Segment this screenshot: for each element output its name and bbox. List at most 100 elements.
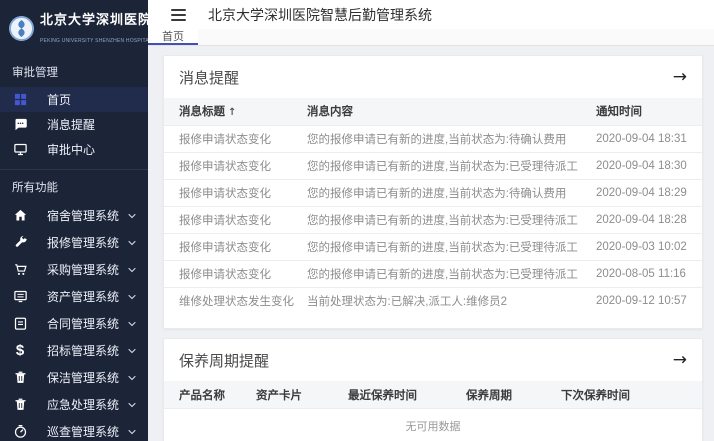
cart-icon: [12, 262, 28, 278]
sidebar-item-label: 合同管理系统: [47, 315, 126, 332]
maintenance-card-header: 保养周期提醒 →: [164, 339, 702, 381]
sidebar-item-label: 资产管理系统: [47, 288, 126, 305]
tab-bar: 首页: [148, 29, 714, 46]
sidebar-item-label: 招标管理系统: [47, 342, 126, 359]
sidebar-item-label: 首页: [47, 91, 138, 108]
sidebar-item-approval-center[interactable]: 审批中心: [0, 137, 148, 162]
messages-table-header-row: 消息标题↑ 消息内容 通知时间: [164, 98, 702, 125]
table-row[interactable]: 维修处理状态发生变化 当前处理状态为:已解决,派工人:维修员2 2020-09-…: [164, 287, 702, 314]
arrow-right-icon[interactable]: →: [673, 352, 687, 369]
message-content-cell: 您的报修申请已有新的进度,当前状态为:待确认费用: [307, 179, 596, 206]
message-content-cell: 您的报修申请已有新的进度,当前状态为:已受理待派工: [307, 233, 596, 260]
sidebar-item-label: 宿舍管理系统: [47, 207, 126, 224]
table-row[interactable]: 报修申请状态变化 您的报修申请已有新的进度,当前状态为:待确认费用 2020-0…: [164, 125, 702, 152]
message-time-cell: 2020-09-04 18:28: [596, 206, 702, 233]
message-title-cell: 报修申请状态变化: [164, 152, 307, 179]
column-header-asset-card[interactable]: 资产卡片: [256, 381, 348, 408]
maintenance-card: 保养周期提醒 → 产品名称 资产卡片 最近保养时间 保养周期 下次保养时间: [163, 338, 703, 441]
column-header-product-name[interactable]: 产品名称: [164, 381, 256, 408]
main-area: 北京大学深圳医院智慧后勤管理系统 首页 消息提醒 → 消息标题↑ 消息内容: [148, 0, 714, 441]
empty-data-message: 无可用数据: [164, 408, 702, 441]
trash-icon: [12, 370, 28, 386]
tab-home[interactable]: 首页: [148, 29, 198, 45]
sidebar-item-label: 审批中心: [47, 141, 138, 158]
message-content-cell: 您的报修申请已有新的进度,当前状态为:已受理待派工: [307, 206, 596, 233]
message-title-cell: 报修申请状态变化: [164, 233, 307, 260]
message-time-cell: 2020-09-04 18:31: [596, 125, 702, 152]
message-time-cell: 2020-09-12 10:57: [596, 287, 702, 314]
dashboard-icon: [12, 92, 28, 108]
messages-card: 消息提醒 → 消息标题↑ 消息内容 通知时间 报修申请状态变化: [163, 55, 703, 329]
hospital-name: 北京大学深圳医院: [40, 12, 148, 27]
message-title-cell: 维修处理状态发生变化: [164, 287, 307, 314]
sidebar-item-bidding-system[interactable]: $ 招标管理系统: [0, 337, 148, 364]
sidebar-item-inspection-system[interactable]: 巡查管理系统: [0, 418, 148, 441]
hospital-logo: 北京大学深圳医院 PEKING UNIVERSITY SHENZHEN HOSP…: [0, 0, 148, 55]
message-content-cell: 您的报修申请已有新的进度,当前状态为:已受理待派工: [307, 152, 596, 179]
message-icon: [12, 117, 28, 133]
contract-icon: [12, 316, 28, 332]
sidebar-item-label: 消息提醒: [47, 116, 138, 133]
sidebar-item-home[interactable]: 首页: [0, 87, 148, 112]
sidebar-item-asset-system[interactable]: 资产管理系统: [0, 283, 148, 310]
message-time-cell: 2020-08-05 11:16: [596, 260, 702, 287]
chevron-down-icon: [126, 345, 138, 357]
asset-screen-icon: [12, 289, 28, 305]
sidebar-item-label: 应急处理系统: [47, 396, 126, 413]
table-row[interactable]: 报修申请状态变化 您的报修申请已有新的进度,当前状态为:已受理待派工 2020-…: [164, 152, 702, 179]
dollar-icon: $: [12, 343, 28, 359]
column-header-last-maintenance[interactable]: 最近保养时间: [348, 381, 466, 408]
hospital-name-block: 北京大学深圳医院 PEKING UNIVERSITY SHENZHEN HOSP…: [40, 9, 148, 47]
app-window: 北京大学深圳医院 PEKING UNIVERSITY SHENZHEN HOSP…: [0, 0, 714, 441]
chevron-down-icon: [126, 372, 138, 384]
column-header-message-title[interactable]: 消息标题↑: [164, 98, 307, 125]
sidebar-item-label: 采购管理系统: [47, 261, 126, 278]
hospital-emblem-icon: [8, 15, 35, 42]
table-row[interactable]: 报修申请状态变化 您的报修申请已有新的进度,当前状态为:待确认费用 2020-0…: [164, 179, 702, 206]
top-bar: 北京大学深圳医院智慧后勤管理系统: [148, 0, 714, 29]
table-row[interactable]: 报修申请状态变化 您的报修申请已有新的进度,当前状态为:已受理待派工 2020-…: [164, 206, 702, 233]
sidebar-item-dormitory-system[interactable]: 宿舍管理系统: [0, 202, 148, 229]
message-title-cell: 报修申请状态变化: [164, 125, 307, 152]
messages-card-header: 消息提醒 →: [164, 56, 702, 98]
arrow-right-icon[interactable]: →: [673, 69, 687, 86]
message-title-cell: 报修申请状态变化: [164, 206, 307, 233]
column-header-maintenance-cycle[interactable]: 保养周期: [466, 381, 561, 408]
chevron-down-icon: [126, 237, 138, 249]
message-content-cell: 您的报修申请已有新的进度,当前状态为:待确认费用: [307, 125, 596, 152]
maintenance-title: 保养周期提醒: [179, 350, 269, 371]
chevron-down-icon: [126, 291, 138, 303]
message-content-cell: 当前处理状态为:已解决,派工人:维修员2: [307, 287, 596, 314]
sidebar: 北京大学深圳医院 PEKING UNIVERSITY SHENZHEN HOSP…: [0, 0, 148, 441]
message-time-cell: 2020-09-03 10:02: [596, 233, 702, 260]
sidebar-item-message-reminder[interactable]: 消息提醒: [0, 112, 148, 137]
app-title: 北京大学深圳医院智慧后勤管理系统: [208, 5, 432, 25]
sidebar-item-cleaning-system[interactable]: 保洁管理系统: [0, 364, 148, 391]
sidebar-group-all-functions: 所有功能: [0, 170, 148, 202]
message-title-cell: 报修申请状态变化: [164, 260, 307, 287]
menu-toggle-icon[interactable]: [169, 6, 188, 24]
chevron-down-icon: [126, 426, 138, 438]
sidebar-group-approval: 审批管理: [0, 55, 148, 87]
content-area: 消息提醒 → 消息标题↑ 消息内容 通知时间 报修申请状态变化: [148, 46, 714, 441]
column-header-next-maintenance[interactable]: 下次保养时间: [561, 381, 702, 408]
sidebar-item-emergency-system[interactable]: 应急处理系统: [0, 391, 148, 418]
gauge-icon: [12, 424, 28, 440]
sidebar-item-procurement-system[interactable]: 采购管理系统: [0, 256, 148, 283]
message-time-cell: 2020-09-04 18:29: [596, 179, 702, 206]
chevron-down-icon: [126, 399, 138, 411]
table-row[interactable]: 报修申请状态变化 您的报修申请已有新的进度,当前状态为:已受理待派工 2020-…: [164, 233, 702, 260]
table-row[interactable]: 报修申请状态变化 您的报修申请已有新的进度,当前状态为:已受理待派工 2020-…: [164, 260, 702, 287]
sidebar-item-contract-system[interactable]: 合同管理系统: [0, 310, 148, 337]
wrench-icon: [12, 235, 28, 251]
column-header-notify-time[interactable]: 通知时间: [596, 98, 702, 125]
message-title-cell: 报修申请状态变化: [164, 179, 307, 206]
maintenance-table: 产品名称 资产卡片 最近保养时间 保养周期 下次保养时间: [164, 381, 702, 408]
message-content-cell: 您的报修申请已有新的进度,当前状态为:已受理待派工: [307, 260, 596, 287]
trash-icon: [12, 397, 28, 413]
sort-asc-icon: ↑: [228, 107, 236, 118]
sidebar-item-label: 巡查管理系统: [47, 423, 126, 440]
column-header-message-content[interactable]: 消息内容: [307, 98, 596, 125]
approval-center-icon: [12, 142, 28, 158]
sidebar-item-repair-system[interactable]: 报修管理系统: [0, 229, 148, 256]
